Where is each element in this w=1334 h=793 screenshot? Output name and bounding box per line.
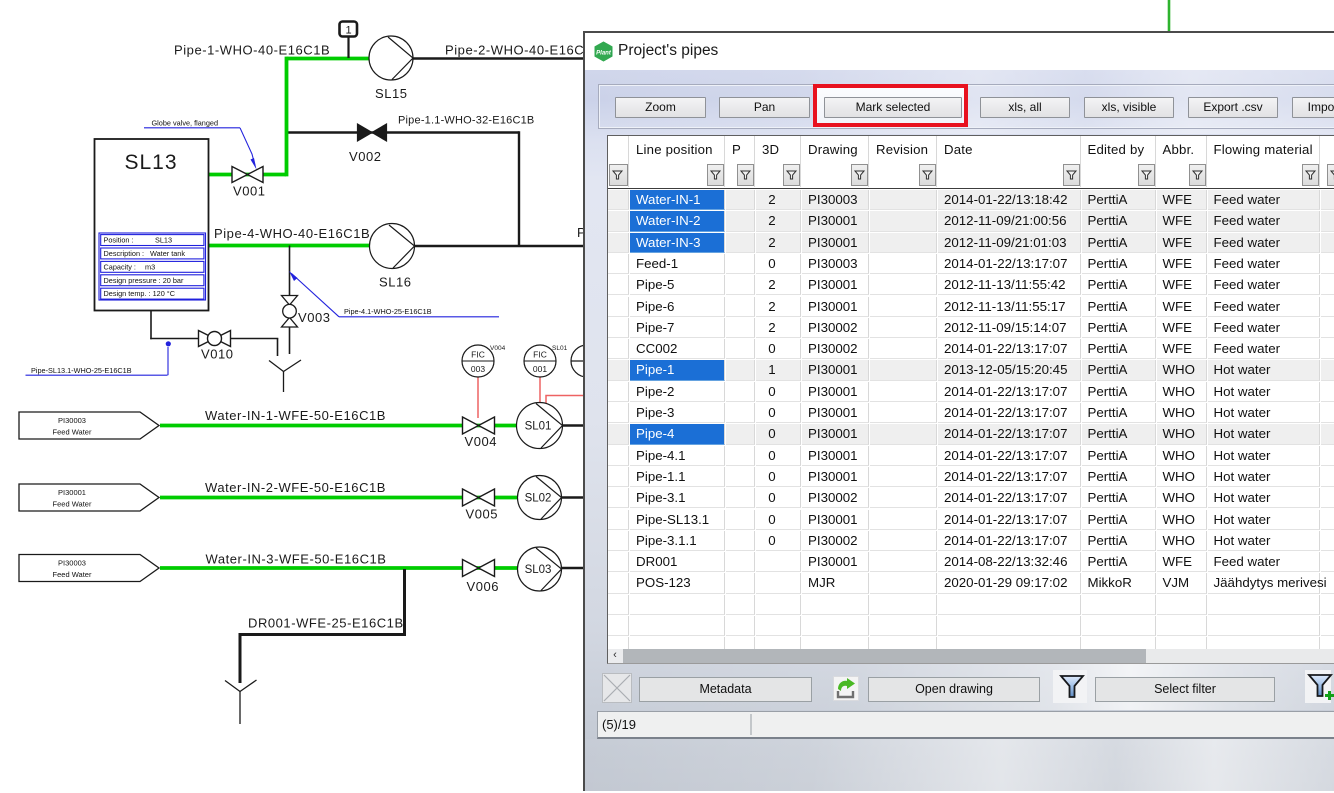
svg-text:Capacity :: Capacity :	[104, 262, 136, 271]
svg-text:Water-IN-3-WFE-50-E16C1B: Water-IN-3-WFE-50-E16C1B	[206, 552, 387, 567]
svg-text:Pipe-2-WHO-40-E16C1B: Pipe-2-WHO-40-E16C1B	[445, 43, 601, 58]
svg-text:Design temp. : 120 °C: Design temp. : 120 °C	[104, 289, 175, 298]
svg-text:SL01: SL01	[525, 421, 552, 433]
svg-text:Pipe-1-WHO-40-E16C1B: Pipe-1-WHO-40-E16C1B	[174, 43, 330, 58]
svg-text:Globe valve, flanged: Globe valve, flanged	[152, 119, 219, 128]
svg-text:V005: V005	[466, 507, 499, 522]
svg-text:Plant: Plant	[596, 50, 612, 56]
svg-text:Feed Water: Feed Water	[53, 500, 92, 509]
svg-text:Water-IN-2-WFE-50-E16C1B: Water-IN-2-WFE-50-E16C1B	[205, 480, 386, 495]
svg-text:Design pressure : 20 bar: Design pressure : 20 bar	[104, 276, 184, 285]
svg-text:PI30003: PI30003	[58, 559, 86, 568]
svg-text:SL13: SL13	[124, 151, 177, 174]
svg-text:V003: V003	[298, 310, 331, 325]
svg-text:PI30001: PI30001	[58, 488, 86, 497]
svg-text:Position :: Position :	[104, 236, 134, 245]
svg-text:SL15: SL15	[375, 86, 408, 101]
svg-text:SL02: SL02	[525, 493, 552, 505]
svg-text:Feed Water: Feed Water	[53, 570, 92, 579]
svg-text:003: 003	[471, 364, 485, 374]
svg-text:V006: V006	[467, 579, 500, 594]
svg-text:DR001-WFE-25-E16C1B: DR001-WFE-25-E16C1B	[248, 616, 404, 631]
svg-text:Pipe-1.1-WHO-32-E16C1B: Pipe-1.1-WHO-32-E16C1B	[398, 115, 534, 127]
svg-text:SL03: SL03	[525, 564, 552, 576]
svg-text:Feed Water: Feed Water	[53, 428, 92, 437]
svg-text:Water-IN-1-WFE-50-E16C1B: Water-IN-1-WFE-50-E16C1B	[205, 408, 386, 423]
svg-text:Water tank: Water tank	[150, 249, 185, 258]
svg-text:SL16: SL16	[379, 275, 412, 290]
svg-text:m3: m3	[145, 262, 155, 271]
svg-text:SL01: SL01	[552, 345, 568, 352]
svg-text:Pipe-SL13.1-WHO-25-E16C1B: Pipe-SL13.1-WHO-25-E16C1B	[31, 366, 132, 375]
svg-text:Pipe-4.1-WHO-25-E16C1B: Pipe-4.1-WHO-25-E16C1B	[344, 307, 432, 316]
svg-text:FIC: FIC	[471, 350, 485, 360]
svg-text:V002: V002	[349, 149, 382, 164]
svg-text:Description :: Description :	[104, 249, 145, 258]
svg-text:1: 1	[345, 25, 351, 37]
svg-text:001: 001	[533, 364, 547, 374]
svg-text:SL13: SL13	[155, 236, 172, 245]
svg-text:V010: V010	[201, 347, 234, 362]
svg-text:V004: V004	[490, 345, 506, 352]
svg-text:FIC: FIC	[533, 350, 547, 360]
svg-text:PI30003: PI30003	[58, 416, 86, 425]
svg-text:Pipe-4-WHO-40-E16C1B: Pipe-4-WHO-40-E16C1B	[214, 226, 370, 241]
svg-text:V004: V004	[465, 434, 498, 449]
svg-text:V001: V001	[233, 184, 266, 199]
